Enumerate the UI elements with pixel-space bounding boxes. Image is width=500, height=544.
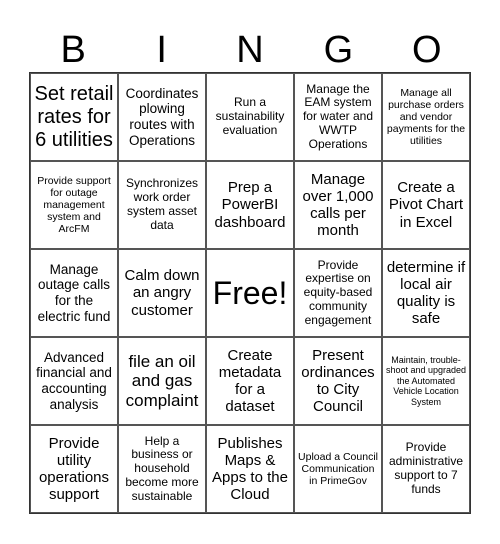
bingo-cell[interactable]: Provide support for outage management sy… [30,161,118,249]
header-letter-b: B [60,29,86,71]
bingo-cell[interactable]: Upload a Council Communication in PrimeG… [294,425,382,513]
bingo-cell[interactable]: Provide expertise on equity-based commun… [294,249,382,337]
header-letter-n: N [236,29,264,71]
bingo-cell[interactable]: Publishes Maps & Apps to the Cloud [206,425,294,513]
bingo-cell[interactable]: Calm down an angry customer [118,249,206,337]
bingo-cell[interactable]: Provide utility operations support [30,425,118,513]
header-letter-g: G [323,29,354,71]
header-letter-i: I [156,29,167,71]
bingo-board: Set retail rates for 6 utilities Coordin… [29,72,471,514]
bingo-cell[interactable]: file an oil and gas complaint [118,337,206,425]
free-space[interactable]: Free! [206,249,294,337]
bingo-cell[interactable]: Coordinates plowing routes with Operatio… [118,73,206,161]
bingo-cell[interactable]: Help a business or household become more… [118,425,206,513]
bingo-cell[interactable]: determine if local air quality is safe [382,249,470,337]
bingo-cell[interactable]: Manage the EAM system for water and WWTP… [294,73,382,161]
bingo-cell[interactable]: Manage over 1,000 calls per month [294,161,382,249]
bingo-cell[interactable]: Maintain, trouble-shoot and upgraded the… [382,337,470,425]
bingo-cell[interactable]: Provide administrative support to 7 fund… [382,425,470,513]
bingo-cell[interactable]: Set retail rates for 6 utilities [30,73,118,161]
bingo-cell[interactable]: Create metadata for a dataset [206,337,294,425]
bingo-cell[interactable]: Run a sustainability evaluation [206,73,294,161]
header-letter-o: O [412,29,442,71]
bingo-cell[interactable]: Advanced financial and accounting analys… [30,337,118,425]
bingo-cell[interactable]: Prep a PowerBI dashboard [206,161,294,249]
bingo-cell[interactable]: Create a Pivot Chart in Excel [382,161,470,249]
bingo-cell[interactable]: Synchronizes work order system asset dat… [118,161,206,249]
bingo-cell[interactable]: Manage all purchase orders and vendor pa… [382,73,470,161]
bingo-cell[interactable]: Present ordinances to City Council [294,337,382,425]
bingo-header: B I N G O [29,28,471,72]
bingo-cell[interactable]: Manage outage calls for the electric fun… [30,249,118,337]
